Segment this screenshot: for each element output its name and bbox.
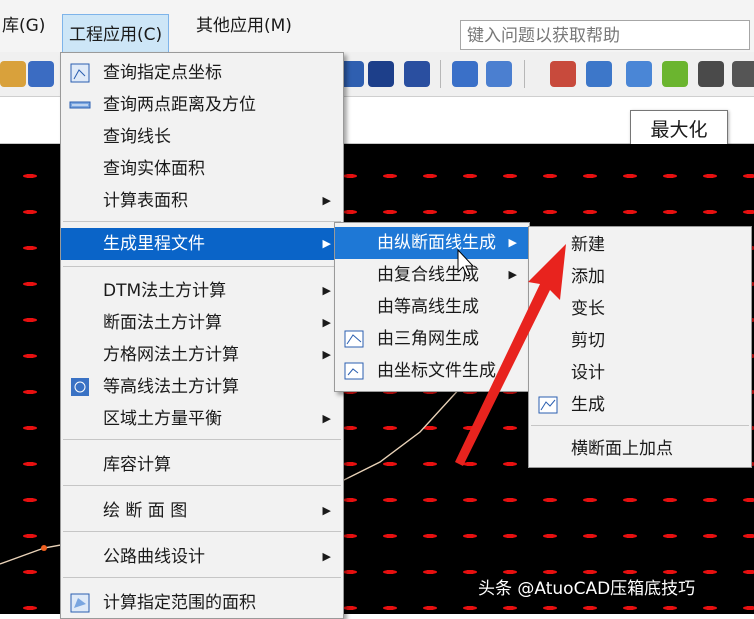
menu-separator — [63, 531, 341, 532]
distance-icon — [69, 101, 91, 109]
menu-item-query-distance-bearing[interactable]: 查询两点距离及方位 — [61, 89, 343, 121]
generate-icon — [538, 396, 558, 414]
menu-separator — [531, 425, 749, 426]
menu-item-reservoir-capacity[interactable]: 库容计算 — [61, 449, 343, 481]
menu-item-grid-earthwork[interactable]: 方格网法土方计算 ▶ — [61, 339, 343, 371]
toolbar-zoom-icon[interactable] — [586, 61, 612, 87]
area-icon — [70, 593, 90, 613]
menu-separator — [63, 439, 341, 440]
watermark: 头条 @AtuoCAD压箱底技巧 — [478, 579, 696, 599]
toolbar-point-icon[interactable] — [486, 61, 512, 87]
toolbar-grid-icon[interactable] — [28, 61, 54, 87]
menu-item-area-balance[interactable]: 区域土方量平衡 ▶ — [61, 403, 343, 435]
submenu-arrow-icon: ▶ — [508, 236, 517, 249]
submenu-arrow-icon: ▶ — [322, 550, 331, 563]
toolbar-render-icon[interactable] — [732, 61, 754, 87]
tin-icon — [344, 330, 364, 348]
toolbar-tool-icon[interactable] — [0, 61, 26, 87]
submenu-item-from-polyline[interactable]: 由复合线生成 ▶ — [335, 259, 529, 291]
submenu-arrow-icon: ▶ — [322, 348, 331, 361]
toolbar-separator — [440, 60, 441, 88]
menu-item-draw-section[interactable]: 绘 断 面 图 ▶ — [61, 495, 343, 527]
submenu-arrow-icon: ▶ — [322, 412, 331, 425]
toolbar-measure-icon[interactable] — [452, 61, 478, 87]
menu-engineering-apps[interactable]: 工程应用(C) — [62, 14, 170, 56]
toolbar-hand-icon[interactable] — [550, 61, 576, 87]
coordinate-file-icon — [344, 362, 364, 380]
submenu-arrow-icon: ▶ — [322, 504, 331, 517]
mileage-file-submenu: 由纵断面线生成 ▶ 由复合线生成 ▶ 由等高线生成 由三角网生成 由坐标文件生成 — [334, 222, 530, 392]
menu-item-section-earthwork[interactable]: 断面法土方计算 ▶ — [61, 307, 343, 339]
submenu-item-from-coordinate-file[interactable]: 由坐标文件生成 — [335, 355, 529, 387]
engineering-apps-menu: 查询指定点坐标 查询两点距离及方位 查询线长 查询实体面积 计算表面积 ▶ 生成… — [60, 52, 344, 619]
sub-item-new[interactable]: 新建 — [529, 229, 751, 261]
menu-separator — [63, 577, 341, 578]
menu-separator — [63, 221, 341, 222]
profile-point — [41, 545, 47, 551]
submenu-arrow-icon: ▶ — [322, 237, 331, 250]
submenu-arrow-icon: ▶ — [322, 194, 331, 207]
menu-item-query-point-coordinates[interactable]: 查询指定点坐标 — [61, 57, 343, 89]
submenu-item-from-profile-line[interactable]: 由纵断面线生成 ▶ — [335, 227, 529, 259]
submenu-arrow-icon: ▶ — [322, 316, 331, 329]
sub-item-change-length[interactable]: 变长 — [529, 293, 751, 325]
menu-item-contour-earthwork[interactable]: 等高线法土方计算 — [61, 371, 343, 403]
toolbar-fly-icon[interactable] — [662, 61, 688, 87]
help-search-input[interactable]: 键入问题以获取帮助 — [460, 20, 750, 50]
toolbar-camera-icon[interactable] — [698, 61, 724, 87]
contour-icon — [71, 378, 89, 396]
profile-line-submenu: 新建 添加 变长 剪切 设计 生成 横断面上加点 — [528, 226, 752, 468]
menu-separator — [63, 485, 341, 486]
sub-item-add-point-on-cross-section[interactable]: 横断面上加点 — [529, 433, 751, 465]
submenu-item-from-tin[interactable]: 由三角网生成 — [335, 323, 529, 355]
toolbar-rotate-icon[interactable] — [626, 61, 652, 87]
toolbar-section-icon[interactable] — [404, 61, 430, 87]
menu-item-query-entity-area[interactable]: 查询实体面积 — [61, 153, 343, 185]
submenu-arrow-icon: ▶ — [508, 268, 517, 281]
submenu-arrow-icon: ▶ — [322, 284, 331, 297]
menu-separator — [63, 266, 341, 267]
submenu-item-from-contours[interactable]: 由等高线生成 — [335, 291, 529, 323]
sub-item-design[interactable]: 设计 — [529, 357, 751, 389]
menu-item-query-line-length[interactable]: 查询线长 — [61, 121, 343, 153]
coordinate-icon — [70, 63, 90, 83]
menu-library[interactable]: 库(G) — [0, 0, 51, 52]
sub-item-cut[interactable]: 剪切 — [529, 325, 751, 357]
menu-item-compute-surface-area[interactable]: 计算表面积 ▶ — [61, 185, 343, 217]
menu-other-apps[interactable]: 其他应用(M) — [190, 0, 298, 52]
toolbar-separator — [524, 60, 525, 88]
sub-item-generate[interactable]: 生成 — [529, 389, 751, 421]
menu-item-road-curve-design[interactable]: 公路曲线设计 ▶ — [61, 541, 343, 573]
menu-item-area-in-range[interactable]: 计算指定范围的面积 — [61, 587, 343, 619]
sub-item-add[interactable]: 添加 — [529, 261, 751, 293]
toolbar-profile-icon[interactable] — [368, 61, 394, 87]
menu-item-dtm-earthwork[interactable]: DTM法土方计算 ▶ — [61, 275, 343, 307]
menu-bar: 库(G) 工程应用(C) 其他应用(M) 键入问题以获取帮助 — [0, 0, 754, 56]
menu-item-generate-mileage-file[interactable]: 生成里程文件 ▶ — [61, 228, 343, 260]
